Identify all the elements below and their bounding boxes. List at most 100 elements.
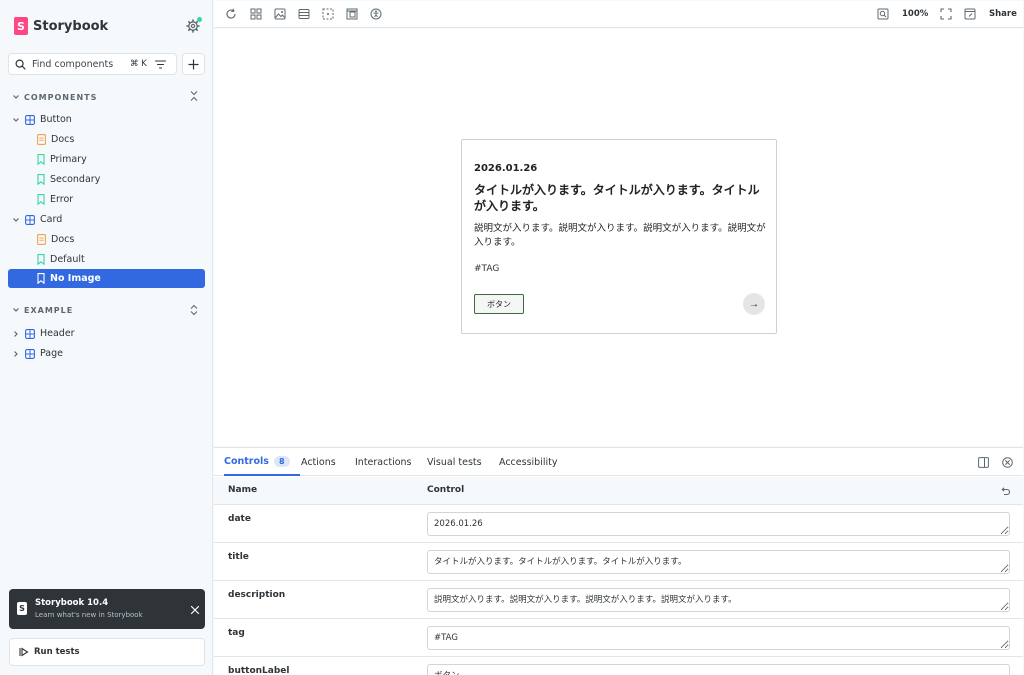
control-row-tag: tag #TAG [214,619,1023,657]
tree-item-label: Default [50,254,85,265]
story-icon [37,194,45,205]
control-row-title: title タイトルが入ります。タイトルが入ります。タイトルが入ります。 [214,543,1023,581]
reset-icon[interactable] [1000,486,1010,496]
chevron-down-icon [13,308,19,312]
button-label-control-input[interactable]: ボタン [427,664,1010,675]
section-components[interactable]: COMPONENTS [12,90,97,104]
tree-item-label: Card [40,214,63,225]
search-box[interactable]: ⌘ K [8,53,177,75]
accessibility-icon[interactable] [370,8,382,20]
tree-item-button-primary[interactable]: Primary [37,150,87,169]
whats-new-notice[interactable]: S Storybook 10.4 Learn what's new in Sto… [9,589,205,629]
tree-item-label: Docs [51,234,75,245]
sidebar: S Storybook ⌘ K [0,0,213,675]
search-shortcut: ⌘ K [130,59,147,69]
name-column-header: Name [228,485,258,495]
panel-orientation-icon[interactable] [978,457,989,468]
control-name: description [228,590,286,600]
tree-item-button[interactable]: Button [12,110,72,129]
measure-icon[interactable] [322,8,334,20]
zoom-reset-icon[interactable] [877,8,889,20]
tree-item-label: Header [40,328,75,339]
grid-icon[interactable] [250,8,262,20]
story-icon [37,273,45,284]
tree-item-button-error[interactable]: Error [37,190,73,209]
notice-title: Storybook 10.4 [35,598,109,608]
arrow-right-icon[interactable]: → [743,293,765,315]
tag-control-input[interactable]: #TAG [427,626,1010,650]
filter-icon[interactable] [154,59,166,69]
tree-item-button-docs[interactable]: Docs [37,130,74,149]
title-control-input[interactable]: タイトルが入ります。タイトルが入ります。タイトルが入ります。 [427,550,1010,574]
storybook-icon: S [17,602,27,615]
zoom-level[interactable]: 100% [902,9,928,19]
section-example[interactable]: EXAMPLE [12,303,73,317]
settings-button[interactable] [186,17,202,33]
tree-item-label: Secondary [50,174,101,185]
section-label: COMPONENTS [24,92,98,102]
tree-item-label: Primary [50,154,87,165]
control-name: tag [228,628,245,638]
viewport-icon[interactable] [298,8,310,20]
controls-count-badge: 8 [273,455,290,467]
addon-panel: Controls 8 Actions Interactions Visual t… [214,447,1023,675]
tree-item-card-no-image[interactable]: No Image [8,269,205,288]
search-input[interactable] [32,58,128,70]
outline-icon[interactable] [346,8,358,20]
close-panel-icon[interactable] [1002,457,1013,468]
date-control-input[interactable]: 2026.01.26 [427,512,1010,536]
storybook-icon: S [14,17,28,35]
storybook-logo[interactable]: S Storybook [14,16,108,36]
run-tests-button[interactable]: Run tests [9,638,205,666]
tab-label: Accessibility [499,456,558,468]
story-icon [37,254,45,265]
toolbar: 100% Share [214,1,1023,28]
tree-item-card[interactable]: Card [12,210,62,229]
component-icon [25,214,35,225]
tree-item-card-docs[interactable]: Docs [37,230,74,249]
story-icon [37,174,45,185]
share-button[interactable]: Share [989,9,1017,19]
app-name: Storybook [33,18,109,34]
reload-icon[interactable] [225,8,237,20]
story-preview: 2026.01.26 タイトルが入ります。タイトルが入ります。タイトルが入ります… [214,29,1023,446]
description-control-input[interactable]: 説明文が入ります。説明文が入ります。説明文が入ります。説明文が入ります。 [427,588,1010,612]
fullscreen-icon[interactable] [940,8,952,20]
controls-table-header: Name Control [214,477,1023,505]
tab-interactions[interactable]: Interactions [355,448,412,476]
section-label: EXAMPLE [24,305,74,315]
plus-icon [188,58,199,70]
tab-controls[interactable]: Controls 8 [224,448,300,476]
new-window-icon[interactable] [964,8,976,20]
story-icon [37,154,45,165]
control-row-date: date 2026.01.26 [214,505,1023,543]
expand-all-icon[interactable] [189,304,199,316]
collapse-all-icon[interactable] [189,90,199,102]
tree-item-card-default[interactable]: Default [37,250,85,269]
tree-item-label: Error [50,194,74,205]
tab-label: Actions [301,456,336,468]
card-tag[interactable]: #TAG [474,264,499,274]
notice-subtitle: Learn what's new in Storybook [35,611,143,619]
tab-accessibility[interactable]: Accessibility [499,448,557,476]
tree-item-page[interactable]: Page [12,344,63,363]
control-row-description: description 説明文が入ります。説明文が入ります。説明文が入ります。説… [214,581,1023,619]
chevron-down-icon [13,95,19,99]
component-icon [25,348,35,359]
docs-icon [37,234,46,245]
tab-label: Interactions [355,456,412,468]
background-image-icon[interactable] [274,8,286,20]
tab-visual-tests[interactable]: Visual tests [427,448,482,476]
notice-close-button[interactable] [190,603,200,615]
tab-actions[interactable]: Actions [301,448,336,476]
run-tests-label: Run tests [34,647,80,657]
component-icon [25,114,35,125]
addon-tabs: Controls 8 Actions Interactions Visual t… [214,448,1023,476]
tree-item-header[interactable]: Header [12,324,75,343]
card-date: 2026.01.26 [474,163,538,174]
card-button[interactable]: ボタン [474,294,524,314]
tree-item-label: Button [40,114,72,125]
add-component-button[interactable] [182,53,205,75]
tree-item-label: Docs [51,134,75,145]
tree-item-button-secondary[interactable]: Secondary [37,170,100,189]
